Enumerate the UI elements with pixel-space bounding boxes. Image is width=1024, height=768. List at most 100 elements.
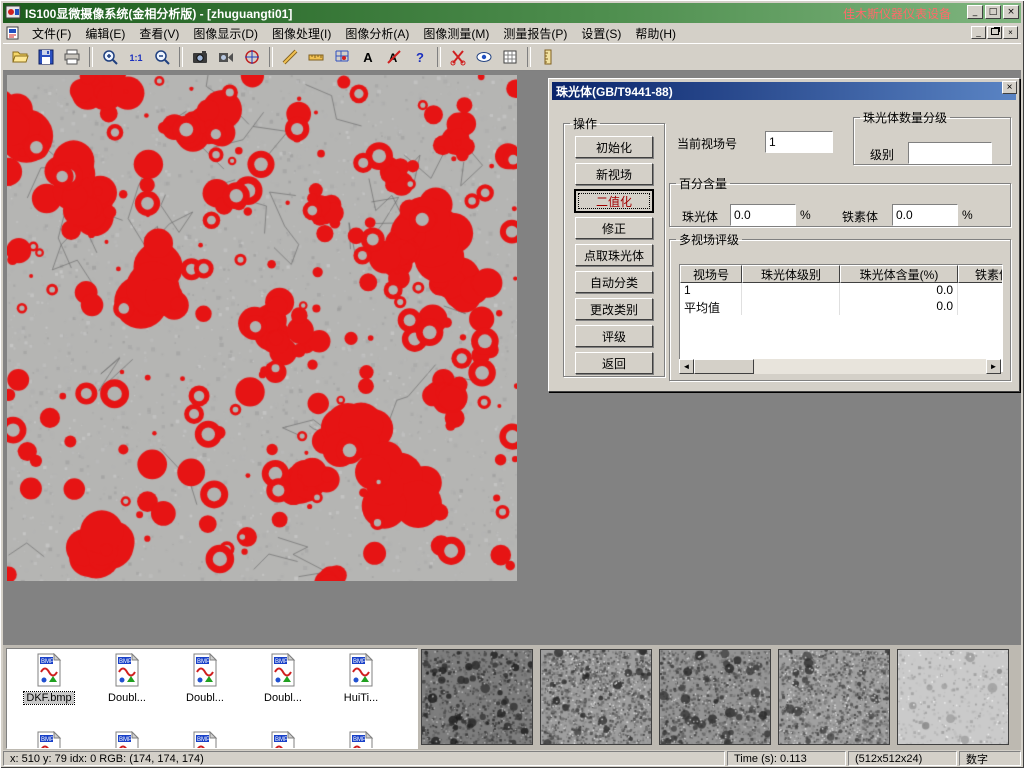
actual-size-button[interactable]: 1:1	[124, 45, 148, 69]
table-col-3[interactable]: 铁素体	[958, 265, 1003, 283]
file-item-2[interactable]: BMPDoubl...	[169, 653, 241, 704]
percent-group-title: 百分含量	[676, 175, 730, 192]
filmstrip-thumbnail-2[interactable]	[659, 649, 771, 745]
caliper2-button[interactable]	[304, 45, 328, 69]
window-title: IS100显微摄像系统(金相分析版) - [zhuguangti01]	[25, 5, 292, 22]
menu-item-4[interactable]: 图像处理(I)	[265, 23, 338, 44]
file-item-4[interactable]: BMPHuiTi...	[325, 653, 397, 704]
scroll-right-button[interactable]: ►	[986, 359, 1001, 374]
menu-items: 文件(F)编辑(E)查看(V)图像显示(D)图像处理(I)图像分析(A)图像测量…	[25, 23, 683, 44]
pearlite-label: 珠光体	[682, 208, 718, 225]
menu-item-8[interactable]: 设置(S)	[574, 23, 628, 44]
toolbar-separator	[269, 47, 273, 67]
menu-item-9[interactable]: 帮助(H)	[628, 23, 683, 44]
caliper-icon	[281, 48, 299, 66]
ferrite-percent-input[interactable]	[892, 204, 958, 226]
file-item-row2-3[interactable]: BMP	[247, 731, 319, 749]
child-close-button[interactable]: ×	[1003, 26, 1018, 39]
menu-item-0[interactable]: 文件(F)	[25, 23, 78, 44]
op-button-1[interactable]: 新视场	[575, 163, 653, 185]
dialog-title-bar[interactable]: 珠光体(GB/T9441-88)	[552, 82, 1016, 100]
measure-button[interactable]	[240, 45, 264, 69]
help-button[interactable]: ?	[408, 45, 432, 69]
filmstrip-thumbnail-4[interactable]	[897, 649, 1009, 745]
svg-text:?: ?	[416, 50, 424, 65]
capture-button[interactable]	[188, 45, 212, 69]
scrollbar-thumb[interactable]	[694, 359, 754, 374]
op-button-7[interactable]: 评级	[575, 325, 653, 347]
op-button-4[interactable]: 点取珠光体	[575, 244, 653, 266]
camera-icon	[217, 48, 235, 66]
file-item-3[interactable]: BMP Doubl...	[247, 653, 319, 704]
child-restore-button[interactable]	[987, 26, 1002, 39]
pearlite-percent-input[interactable]	[730, 204, 796, 226]
zoom-in-button[interactable]	[98, 45, 122, 69]
ruler-icon	[539, 48, 557, 66]
op-button-0[interactable]: 初始化	[575, 136, 653, 158]
minimize-button[interactable]: _	[967, 5, 983, 19]
ruler-button[interactable]	[536, 45, 560, 69]
table-row[interactable]: 平均值0.0	[680, 299, 1002, 315]
menu-item-1[interactable]: 编辑(E)	[78, 23, 132, 44]
maximize-button[interactable]: □	[985, 5, 1001, 19]
table-col-1[interactable]: 珠光体级别	[742, 265, 840, 283]
child-document-icon[interactable]	[5, 26, 21, 40]
font-button[interactable]: A	[356, 45, 380, 69]
view-button[interactable]	[472, 45, 496, 69]
filmstrip-thumbnail-3[interactable]	[778, 649, 890, 745]
grading-table-body: 10.0平均值0.0	[680, 283, 1002, 315]
table-col-0[interactable]: 视场号	[680, 265, 742, 283]
grid-button[interactable]	[498, 45, 522, 69]
op-button-3[interactable]: 修正	[575, 217, 653, 239]
menu-item-5[interactable]: 图像分析(A)	[338, 23, 416, 44]
scrollbar-track[interactable]	[694, 359, 986, 374]
camera-button[interactable]	[214, 45, 238, 69]
status-time: Time (s): 0.113	[727, 751, 846, 766]
table-row[interactable]: 10.0	[680, 283, 1002, 299]
table-cell	[742, 283, 840, 299]
menu-item-6[interactable]: 图像测量(M)	[416, 23, 496, 44]
op-button-2[interactable]: 二值化	[575, 190, 653, 212]
filmstrip-thumbnail-1[interactable]	[540, 649, 652, 745]
app-icon	[5, 4, 21, 23]
level-input[interactable]	[908, 142, 992, 164]
pearlite-dialog: 珠光体(GB/T9441-88) × 操作 初始化新视场二值化修正点取珠光体自动…	[548, 78, 1020, 392]
table-cell: 0.0	[840, 299, 958, 315]
file-item-row2-2[interactable]: BMP	[169, 731, 241, 749]
cut-button[interactable]	[446, 45, 470, 69]
file-item-row2-1[interactable]: BMP	[91, 731, 163, 749]
pearlite-percent-sign: %	[800, 208, 811, 222]
file-browser: BMPDKF.bmpBMPDoubl...BMPDoubl...BMPDoubl…	[6, 648, 418, 749]
caliper-button[interactable]	[278, 45, 302, 69]
op-button-6[interactable]: 更改类别	[575, 298, 653, 320]
file-item-row2-4[interactable]: BMP	[325, 731, 397, 749]
font-no-button[interactable]: A	[382, 45, 406, 69]
op-button-5[interactable]: 自动分类	[575, 271, 653, 293]
open-button[interactable]	[8, 45, 32, 69]
table-horizontal-scrollbar[interactable]: ◄ ►	[679, 359, 1001, 374]
grid-measure-button[interactable]	[330, 45, 354, 69]
close-button[interactable]: ×	[1003, 5, 1019, 19]
font-no-icon: A	[385, 48, 403, 66]
current-field-input[interactable]	[765, 131, 833, 153]
filmstrip-thumbnail-0[interactable]	[421, 649, 533, 745]
child-minimize-button[interactable]: _	[971, 26, 986, 39]
dialog-close-button[interactable]: ×	[1002, 81, 1017, 94]
file-item-row2-0[interactable]: BMP	[13, 731, 85, 749]
svg-text:BMP: BMP	[275, 659, 288, 665]
file-item-1[interactable]: BMPDoubl...	[91, 653, 163, 704]
bmp-file-icon: BMP	[325, 653, 397, 690]
save-button[interactable]	[34, 45, 58, 69]
percent-group: 百分含量 珠光体 % 铁素体 %	[669, 175, 1011, 227]
file-label: Doubl...	[262, 692, 304, 704]
menu-item-3[interactable]: 图像显示(D)	[186, 23, 265, 44]
menu-item-2[interactable]: 查看(V)	[132, 23, 186, 44]
table-col-2[interactable]: 珠光体含量(%)	[840, 265, 958, 283]
menu-item-7[interactable]: 测量报告(P)	[496, 23, 574, 44]
op-button-8[interactable]: 返回	[575, 352, 653, 374]
zoom-out-button[interactable]	[150, 45, 174, 69]
print-button[interactable]	[60, 45, 84, 69]
file-item-0[interactable]: BMPDKF.bmp	[13, 653, 85, 704]
scroll-left-button[interactable]: ◄	[679, 359, 694, 374]
metallographic-image[interactable]	[7, 75, 517, 581]
